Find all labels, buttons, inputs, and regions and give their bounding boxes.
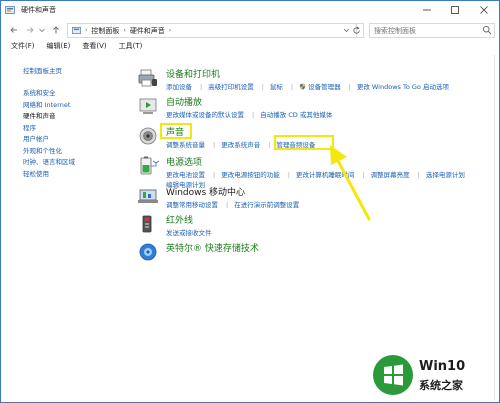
control-panel-icon bbox=[5, 6, 15, 14]
link-send-receive-files[interactable]: 发送或接收文件 bbox=[166, 229, 212, 237]
highlight-sound-title bbox=[160, 123, 192, 139]
sidebar-home-link[interactable]: 控制面板主页 bbox=[23, 65, 123, 75]
link-battery-settings[interactable]: 更改电池设置 bbox=[166, 171, 205, 179]
sidebar-item-user-accounts[interactable]: 用户帐户 bbox=[23, 133, 123, 145]
minimize-button[interactable] bbox=[413, 1, 441, 19]
logo-text-win10: Win10 bbox=[419, 359, 466, 374]
link-advanced-printer[interactable]: 高级打印机设置 bbox=[208, 83, 254, 91]
category-title-intel[interactable]: 英特尔® 快速存储技术 bbox=[166, 241, 259, 254]
category-title-infrared[interactable]: 红外线 bbox=[166, 213, 193, 226]
menu-file[interactable]: 文件(F) bbox=[11, 41, 35, 54]
back-button[interactable] bbox=[7, 23, 21, 37]
mobility-center-icon bbox=[138, 189, 158, 203]
windows-flag-icon bbox=[384, 364, 403, 386]
maximize-icon bbox=[451, 6, 459, 14]
recent-locations-button[interactable] bbox=[37, 23, 47, 37]
link-add-device[interactable]: 添加设备 bbox=[166, 83, 192, 91]
devices-links: 添加设备 | 高级打印机设置 | 鼠标 | 设备管理器 | 更改 Windows To Go 启… bbox=[166, 83, 449, 91]
infrared-links: 发送或接收文件 bbox=[166, 227, 220, 237]
scrollbar-track[interactable] bbox=[494, 55, 495, 400]
forward-button[interactable] bbox=[23, 23, 37, 37]
close-button[interactable] bbox=[470, 1, 498, 19]
link-device-manager[interactable]: 设备管理器 bbox=[308, 83, 341, 91]
menu-edit[interactable]: 编辑(E) bbox=[47, 41, 71, 54]
search-icon[interactable] bbox=[482, 25, 492, 35]
sidebar-item-network[interactable]: 网络和 Internet bbox=[23, 99, 123, 111]
up-arrow-icon bbox=[53, 26, 59, 34]
address-bar[interactable]: › 控制面板 › 硬件和声音 › bbox=[67, 23, 357, 38]
chevron-down-icon bbox=[39, 28, 45, 33]
link-windows-to-go[interactable]: 更改 Windows To Go 启动选项 bbox=[357, 83, 449, 91]
sidebar-item-system-security[interactable]: 系统和安全 bbox=[23, 87, 123, 99]
breadcrumb-separator: › bbox=[123, 27, 126, 34]
link-autoplay-cd[interactable]: 自动播放 CD 或其他媒体 bbox=[260, 111, 332, 119]
sidebar-item-programs[interactable]: 程序 bbox=[23, 122, 123, 134]
sidebar: 控制面板主页 系统和安全 网络和 Internet 硬件和声音 程序 用户帐户 … bbox=[23, 65, 123, 179]
link-power-buttons[interactable]: 更改电源按钮的功能 bbox=[221, 171, 280, 179]
forward-arrow-icon bbox=[27, 27, 34, 33]
windows-logo-icon bbox=[373, 355, 413, 395]
annotation-arrow bbox=[330, 145, 371, 221]
category-mobility-center: Windows 移动中心 调整常用移动设置 | 在进行演示前调整设置 bbox=[137, 185, 497, 211]
printer-icon bbox=[138, 69, 157, 87]
sidebar-item-clock-region[interactable]: 时钟、语言和区域 bbox=[23, 156, 123, 168]
control-panel-window: 硬件和声音 › 控制面板 › 硬件和声音 › 搜索控制面板 文件(F) 编辑(E… bbox=[0, 0, 500, 403]
window-title: 硬件和声音 bbox=[21, 6, 56, 14]
autoplay-links: 更改媒体或设备的默认设置 | 自动播放 CD 或其他媒体 bbox=[166, 111, 333, 119]
category-intel-rst: 英特尔® 快速存储技术 bbox=[137, 241, 497, 263]
chevron-down-icon bbox=[343, 28, 350, 33]
category-power: 电源选项 更改电池设置 | 更改电源按钮的功能 | 更改计算机睡眠时间 | 调整屏幕亮度 | 选… bbox=[137, 155, 497, 189]
title-bar: 硬件和声音 bbox=[1, 1, 499, 19]
up-button[interactable] bbox=[49, 23, 63, 37]
win10-logo-watermark: Win10 系统之家 bbox=[373, 355, 497, 399]
back-arrow-icon bbox=[10, 27, 17, 33]
link-change-system-sounds[interactable]: 更改系统声音 bbox=[221, 141, 260, 149]
battery-icon bbox=[140, 156, 159, 175]
uac-shield-icon bbox=[299, 83, 306, 90]
logo-text-xitong: 系统之家 bbox=[419, 379, 463, 392]
minimize-icon bbox=[423, 9, 431, 11]
category-infrared: 红外线 发送或接收文件 bbox=[137, 213, 497, 239]
mobility-links: 调整常用移动设置 | 在进行演示前调整设置 bbox=[166, 201, 300, 209]
link-adjust-volume[interactable]: 调整系统音量 bbox=[166, 141, 205, 149]
infrared-icon bbox=[142, 215, 152, 233]
category-autoplay: 自动播放 更改媒体或设备的默认设置 | 自动播放 CD 或其他媒体 bbox=[137, 95, 497, 121]
category-devices-printers: 设备和打印机 添加设备 | 高级打印机设置 | 鼠标 | 设备管理器 | 更改 Windows … bbox=[137, 67, 497, 93]
category-title-devices[interactable]: 设备和打印机 bbox=[166, 67, 220, 80]
address-dropdown[interactable] bbox=[343, 23, 350, 39]
link-common-mobility-settings[interactable]: 调整常用移动设置 bbox=[166, 201, 218, 209]
link-change-media-defaults[interactable]: 更改媒体或设备的默认设置 bbox=[166, 111, 244, 119]
menu-view[interactable]: 查看(V) bbox=[82, 41, 106, 54]
autoplay-icon bbox=[139, 98, 157, 114]
sidebar-item-ease-of-access[interactable]: 轻松使用 bbox=[23, 168, 123, 180]
breadcrumb-separator: › bbox=[168, 27, 172, 34]
refresh-icon bbox=[353, 26, 360, 34]
menu-tools[interactable]: 工具(T) bbox=[119, 41, 143, 54]
control-panel-small-icon bbox=[72, 26, 81, 35]
menu-bar: 文件(F) 编辑(E) 查看(V) 工具(T) bbox=[1, 41, 499, 54]
breadcrumb-hardware-sound[interactable]: 硬件和声音 bbox=[130, 26, 165, 36]
link-choose-power-plan[interactable]: 选择电源计划 bbox=[426, 171, 465, 179]
intel-rst-icon bbox=[139, 243, 157, 261]
link-presentation-settings[interactable]: 在进行演示前调整设置 bbox=[234, 201, 299, 209]
category-title-power[interactable]: 电源选项 bbox=[166, 155, 202, 168]
sidebar-item-hardware-sound: 硬件和声音 bbox=[23, 112, 56, 120]
breadcrumb-separator: › bbox=[85, 27, 88, 34]
search-input[interactable] bbox=[370, 24, 482, 37]
category-title-mobility[interactable]: Windows 移动中心 bbox=[166, 185, 245, 198]
speaker-icon bbox=[139, 127, 157, 145]
category-title-autoplay[interactable]: 自动播放 bbox=[166, 95, 202, 108]
refresh-button[interactable] bbox=[350, 23, 364, 38]
search-box[interactable] bbox=[369, 23, 495, 38]
breadcrumb-control-panel[interactable]: 控制面板 bbox=[91, 26, 119, 36]
close-icon bbox=[480, 6, 488, 14]
navigation-bar: › 控制面板 › 硬件和声音 › bbox=[1, 21, 499, 41]
link-mouse[interactable]: 鼠标 bbox=[270, 83, 283, 91]
maximize-button[interactable] bbox=[441, 1, 469, 19]
sidebar-item-appearance[interactable]: 外观和个性化 bbox=[23, 145, 123, 157]
